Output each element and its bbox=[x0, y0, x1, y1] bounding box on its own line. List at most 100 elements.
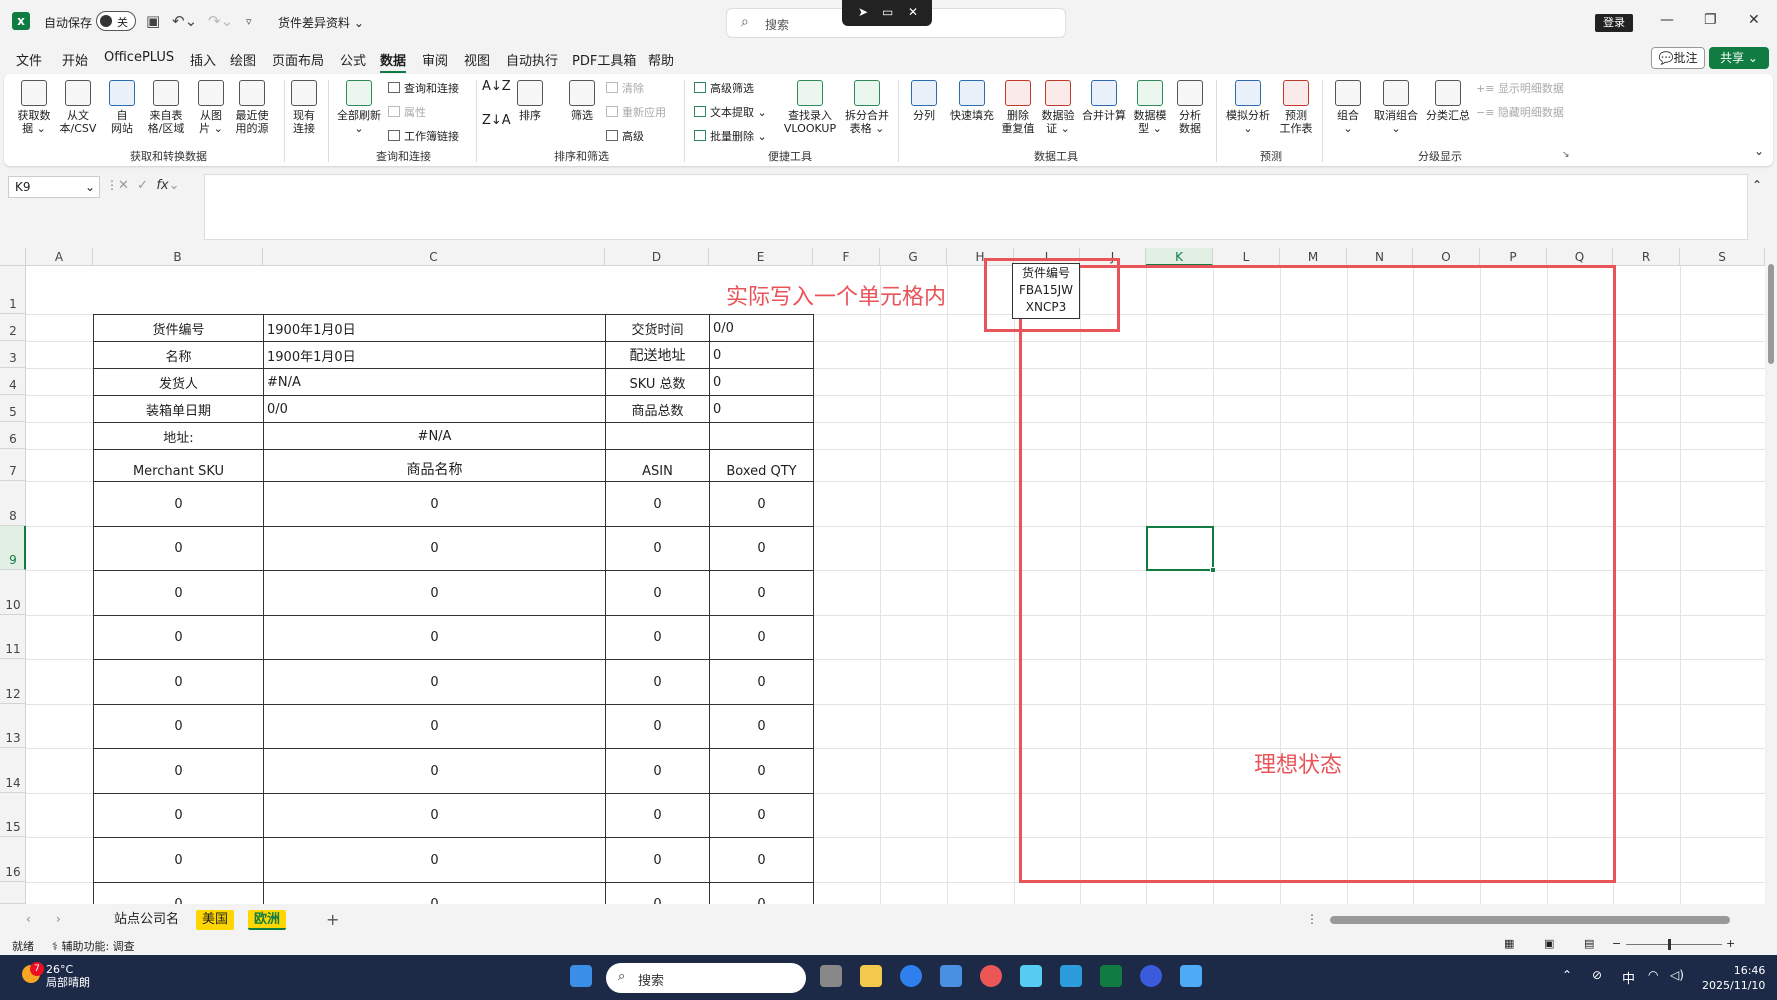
tray-chevron-icon[interactable]: ⌃ bbox=[1562, 968, 1572, 982]
zoom-in-icon[interactable]: + bbox=[1726, 937, 1735, 950]
from-table-button[interactable]: 来自表 格/区域 bbox=[144, 80, 188, 135]
column-header[interactable]: A bbox=[26, 248, 93, 266]
column-header[interactable]: P bbox=[1480, 248, 1547, 266]
table-cell[interactable]: 0 bbox=[263, 793, 606, 838]
more-options-icon[interactable]: ⋮ bbox=[1306, 912, 1318, 926]
from-web-button[interactable]: 自 网站 bbox=[104, 80, 140, 135]
table-cell[interactable]: 0 bbox=[709, 341, 814, 369]
app-icon[interactable] bbox=[1140, 965, 1162, 987]
column-title[interactable]: Boxed QTY bbox=[709, 449, 814, 482]
table-cell[interactable]: 0 bbox=[93, 570, 264, 616]
row-header-selected[interactable]: 9 bbox=[0, 526, 26, 570]
row-header[interactable]: 7 bbox=[0, 449, 26, 481]
table-cell[interactable]: 货件编号 bbox=[93, 314, 264, 342]
app-icon[interactable] bbox=[1060, 965, 1082, 987]
text-extract-button[interactable]: 文本提取 ⌄ bbox=[694, 104, 767, 120]
table-cell[interactable]: 0 bbox=[93, 704, 264, 749]
quick-access-more-icon[interactable]: ▿ bbox=[246, 15, 252, 28]
share-button[interactable]: 共享 ⌄ bbox=[1709, 47, 1769, 69]
row-header[interactable]: 13 bbox=[0, 704, 26, 748]
flash-fill-button[interactable]: 快速填充 bbox=[946, 80, 998, 122]
ime-indicator[interactable]: 中 bbox=[1622, 968, 1635, 987]
sort-az-button[interactable]: A↓Z bbox=[482, 80, 511, 93]
table-cell[interactable]: 交货时间 bbox=[605, 314, 710, 342]
column-header[interactable]: D bbox=[605, 248, 709, 266]
menu-draw[interactable]: 绘图 bbox=[230, 50, 256, 69]
column-title[interactable]: Merchant SKU bbox=[93, 449, 264, 482]
column-header[interactable]: R bbox=[1613, 248, 1680, 266]
row-header[interactable]: 11 bbox=[0, 615, 26, 659]
enter-icon[interactable]: ✓ bbox=[137, 178, 148, 193]
column-header[interactable]: G bbox=[880, 248, 947, 266]
cancel-icon[interactable]: ✕ bbox=[118, 178, 129, 193]
remove-duplicates-button[interactable]: 删除 重复值 bbox=[1000, 80, 1036, 135]
table-cell[interactable]: 0 bbox=[263, 748, 606, 794]
table-cell[interactable]: #N/A bbox=[263, 368, 606, 396]
comment-button[interactable]: 💬批注 bbox=[1651, 47, 1705, 69]
table-cell[interactable]: 0 bbox=[709, 793, 814, 838]
app-icon[interactable] bbox=[1020, 965, 1042, 987]
worksheet-grid[interactable]: A B C D E F G H I J K L M N O P Q R S 1 … bbox=[0, 248, 1765, 904]
table-cell[interactable]: 0 bbox=[709, 570, 814, 616]
table-cell[interactable]: 0 bbox=[263, 526, 606, 571]
find-vlookup-button[interactable]: 查找录入 VLOOKUP bbox=[782, 80, 838, 135]
properties-button[interactable]: 属性 bbox=[388, 104, 426, 120]
column-header[interactable]: N bbox=[1347, 248, 1413, 266]
table-cell[interactable]: 0 bbox=[605, 481, 710, 527]
row-header[interactable]: 16 bbox=[0, 837, 26, 882]
split-merge-button[interactable]: 拆分合并 表格 ⌄ bbox=[840, 80, 894, 135]
row-header[interactable]: 5 bbox=[0, 395, 26, 422]
table-cell[interactable]: 0 bbox=[709, 368, 814, 396]
table-cell[interactable]: 0 bbox=[263, 570, 606, 616]
table-cell[interactable]: 0 bbox=[605, 615, 710, 660]
refresh-all-button[interactable]: 全部刷新 ⌄ bbox=[334, 80, 384, 135]
app-icon[interactable] bbox=[980, 965, 1002, 987]
sheet-tab[interactable]: 站点公司名 bbox=[108, 910, 185, 930]
table-cell[interactable]: 0 bbox=[709, 615, 814, 660]
add-sheet-icon[interactable]: + bbox=[326, 910, 339, 929]
page-break-icon[interactable]: ▤ bbox=[1584, 937, 1594, 950]
table-cell[interactable]: 1900年1月0日 bbox=[263, 341, 606, 369]
formula-input[interactable] bbox=[204, 174, 1748, 240]
data-model-button[interactable]: 数据模 型 ⌄ bbox=[1130, 80, 1170, 135]
forecast-sheet-button[interactable]: 预测 工作表 bbox=[1276, 80, 1316, 135]
row-header[interactable]: 2 bbox=[0, 314, 26, 341]
scroll-thumb[interactable] bbox=[1768, 264, 1774, 364]
workbook-links-button[interactable]: 工作簿链接 bbox=[388, 128, 459, 144]
table-cell[interactable]: 0 bbox=[93, 659, 264, 705]
consolidate-button[interactable]: 合并计算 bbox=[1080, 80, 1128, 122]
table-cell[interactable]: 装箱单日期 bbox=[93, 395, 264, 423]
autosave-toggle[interactable]: 关 bbox=[96, 11, 136, 31]
menu-page-layout[interactable]: 页面布局 bbox=[272, 50, 324, 69]
screen-icon[interactable]: ▭ bbox=[882, 5, 893, 19]
reapply-button[interactable]: 重新应用 bbox=[606, 104, 666, 120]
existing-connections-button[interactable]: 现有 连接 bbox=[286, 80, 322, 135]
normal-view-icon[interactable]: ▦ bbox=[1504, 937, 1514, 950]
start-icon[interactable] bbox=[570, 965, 592, 987]
table-cell[interactable]: 0 bbox=[605, 659, 710, 705]
table-cell[interactable]: 0 bbox=[93, 615, 264, 660]
taskbar-search[interactable]: ⌕ 搜索 bbox=[606, 963, 806, 993]
row-header[interactable]: 1 bbox=[0, 266, 26, 314]
queries-connections-button[interactable]: 查询和连接 bbox=[388, 80, 459, 96]
sheet-tab-active[interactable]: 欧洲 bbox=[248, 910, 287, 930]
volume-icon[interactable]: ◁) bbox=[1670, 968, 1684, 982]
row-header[interactable] bbox=[0, 882, 26, 904]
task-view-icon[interactable] bbox=[820, 965, 842, 987]
menu-review[interactable]: 审阅 bbox=[422, 50, 448, 69]
table-cell[interactable]: 0 bbox=[605, 704, 710, 749]
menu-automate[interactable]: 自动执行 bbox=[506, 50, 558, 69]
advanced-filter-button[interactable]: 高级 bbox=[606, 128, 644, 144]
login-button[interactable]: 登录 bbox=[1595, 14, 1633, 32]
column-header[interactable]: M bbox=[1280, 248, 1347, 266]
table-cell[interactable]: 0 bbox=[263, 704, 606, 749]
minimize-icon[interactable]: — bbox=[1660, 12, 1674, 28]
table-cell[interactable]: 0 bbox=[263, 659, 606, 705]
pointer-icon[interactable]: ➤ bbox=[858, 5, 868, 19]
column-title[interactable]: 商品名称 bbox=[263, 449, 606, 482]
what-if-button[interactable]: 模拟分析 ⌄ bbox=[1222, 80, 1274, 135]
table-cell[interactable]: 0 bbox=[263, 615, 606, 660]
zoom-slider-thumb[interactable] bbox=[1668, 939, 1671, 950]
table-cell[interactable]: 0 bbox=[709, 481, 814, 527]
table-cell[interactable]: #N/A bbox=[263, 422, 606, 450]
